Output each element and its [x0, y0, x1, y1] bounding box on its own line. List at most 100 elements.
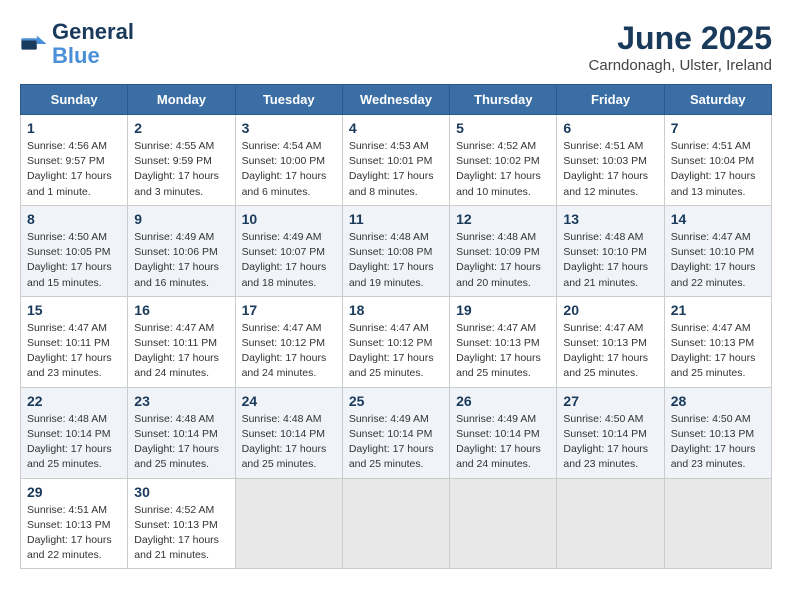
- cell-day-number: 25: [349, 393, 443, 409]
- calendar-cell: 7 Sunrise: 4:51 AMSunset: 10:04 PMDaylig…: [664, 115, 771, 206]
- calendar-cell: [664, 478, 771, 569]
- calendar-cell: [557, 478, 664, 569]
- cell-info: Sunrise: 4:47 AMSunset: 10:13 PMDaylight…: [456, 321, 550, 382]
- cell-info: Sunrise: 4:51 AMSunset: 10:13 PMDaylight…: [27, 503, 121, 564]
- cell-info: Sunrise: 4:48 AMSunset: 10:14 PMDaylight…: [27, 412, 121, 473]
- cell-day-number: 1: [27, 120, 121, 136]
- calendar-cell: 17 Sunrise: 4:47 AMSunset: 10:12 PMDayli…: [235, 296, 342, 387]
- cell-day-number: 18: [349, 302, 443, 318]
- calendar-week-1: 1 Sunrise: 4:56 AMSunset: 9:57 PMDayligh…: [21, 115, 772, 206]
- cell-info: Sunrise: 4:49 AMSunset: 10:07 PMDaylight…: [242, 230, 336, 291]
- calendar-table: SundayMondayTuesdayWednesdayThursdayFrid…: [20, 84, 772, 569]
- cell-day-number: 6: [563, 120, 657, 136]
- cell-day-number: 14: [671, 211, 765, 227]
- cell-info: Sunrise: 4:52 AMSunset: 10:13 PMDaylight…: [134, 503, 228, 564]
- month-title: June 2025: [589, 20, 772, 57]
- calendar-cell: 12 Sunrise: 4:48 AMSunset: 10:09 PMDayli…: [450, 205, 557, 296]
- cell-info: Sunrise: 4:48 AMSunset: 10:14 PMDaylight…: [242, 412, 336, 473]
- cell-day-number: 20: [563, 302, 657, 318]
- calendar-cell: 24 Sunrise: 4:48 AMSunset: 10:14 PMDayli…: [235, 387, 342, 478]
- cell-day-number: 2: [134, 120, 228, 136]
- calendar-cell: 11 Sunrise: 4:48 AMSunset: 10:08 PMDayli…: [342, 205, 449, 296]
- day-header-friday: Friday: [557, 85, 664, 115]
- cell-info: Sunrise: 4:56 AMSunset: 9:57 PMDaylight:…: [27, 139, 121, 200]
- cell-day-number: 29: [27, 484, 121, 500]
- cell-info: Sunrise: 4:48 AMSunset: 10:09 PMDaylight…: [456, 230, 550, 291]
- cell-info: Sunrise: 4:50 AMSunset: 10:14 PMDaylight…: [563, 412, 657, 473]
- calendar-cell: 3 Sunrise: 4:54 AMSunset: 10:00 PMDaylig…: [235, 115, 342, 206]
- cell-info: Sunrise: 4:47 AMSunset: 10:13 PMDaylight…: [671, 321, 765, 382]
- cell-info: Sunrise: 4:48 AMSunset: 10:14 PMDaylight…: [134, 412, 228, 473]
- location-title: Carndonagh, Ulster, Ireland: [589, 57, 772, 74]
- calendar-cell: 4 Sunrise: 4:53 AMSunset: 10:01 PMDaylig…: [342, 115, 449, 206]
- cell-info: Sunrise: 4:47 AMSunset: 10:13 PMDaylight…: [563, 321, 657, 382]
- day-header-wednesday: Wednesday: [342, 85, 449, 115]
- logo-line2: Blue: [52, 44, 134, 68]
- cell-day-number: 10: [242, 211, 336, 227]
- calendar-cell: 30 Sunrise: 4:52 AMSunset: 10:13 PMDayli…: [128, 478, 235, 569]
- cell-day-number: 30: [134, 484, 228, 500]
- cell-info: Sunrise: 4:49 AMSunset: 10:14 PMDaylight…: [349, 412, 443, 473]
- calendar-cell: 10 Sunrise: 4:49 AMSunset: 10:07 PMDayli…: [235, 205, 342, 296]
- calendar-cell: [342, 478, 449, 569]
- cell-day-number: 8: [27, 211, 121, 227]
- cell-info: Sunrise: 4:49 AMSunset: 10:14 PMDaylight…: [456, 412, 550, 473]
- cell-day-number: 21: [671, 302, 765, 318]
- calendar-cell: 19 Sunrise: 4:47 AMSunset: 10:13 PMDayli…: [450, 296, 557, 387]
- cell-info: Sunrise: 4:48 AMSunset: 10:08 PMDaylight…: [349, 230, 443, 291]
- calendar-cell: 29 Sunrise: 4:51 AMSunset: 10:13 PMDayli…: [21, 478, 128, 569]
- calendar-cell: 16 Sunrise: 4:47 AMSunset: 10:11 PMDayli…: [128, 296, 235, 387]
- cell-info: Sunrise: 4:47 AMSunset: 10:12 PMDaylight…: [349, 321, 443, 382]
- calendar-cell: 5 Sunrise: 4:52 AMSunset: 10:02 PMDaylig…: [450, 115, 557, 206]
- calendar-week-4: 22 Sunrise: 4:48 AMSunset: 10:14 PMDayli…: [21, 387, 772, 478]
- cell-info: Sunrise: 4:47 AMSunset: 10:11 PMDaylight…: [134, 321, 228, 382]
- calendar-cell: 9 Sunrise: 4:49 AMSunset: 10:06 PMDaylig…: [128, 205, 235, 296]
- calendar-cell: 27 Sunrise: 4:50 AMSunset: 10:14 PMDayli…: [557, 387, 664, 478]
- logo: General Blue: [20, 20, 134, 68]
- cell-info: Sunrise: 4:52 AMSunset: 10:02 PMDaylight…: [456, 139, 550, 200]
- calendar-cell: 28 Sunrise: 4:50 AMSunset: 10:13 PMDayli…: [664, 387, 771, 478]
- cell-info: Sunrise: 4:47 AMSunset: 10:11 PMDaylight…: [27, 321, 121, 382]
- day-header-monday: Monday: [128, 85, 235, 115]
- cell-info: Sunrise: 4:51 AMSunset: 10:03 PMDaylight…: [563, 139, 657, 200]
- cell-info: Sunrise: 4:51 AMSunset: 10:04 PMDaylight…: [671, 139, 765, 200]
- cell-day-number: 7: [671, 120, 765, 136]
- cell-day-number: 12: [456, 211, 550, 227]
- cell-info: Sunrise: 4:55 AMSunset: 9:59 PMDaylight:…: [134, 139, 228, 200]
- calendar-cell: 8 Sunrise: 4:50 AMSunset: 10:05 PMDaylig…: [21, 205, 128, 296]
- cell-day-number: 3: [242, 120, 336, 136]
- cell-day-number: 5: [456, 120, 550, 136]
- calendar-cell: 1 Sunrise: 4:56 AMSunset: 9:57 PMDayligh…: [21, 115, 128, 206]
- cell-day-number: 16: [134, 302, 228, 318]
- cell-info: Sunrise: 4:47 AMSunset: 10:10 PMDaylight…: [671, 230, 765, 291]
- calendar-week-3: 15 Sunrise: 4:47 AMSunset: 10:11 PMDayli…: [21, 296, 772, 387]
- calendar-cell: 26 Sunrise: 4:49 AMSunset: 10:14 PMDayli…: [450, 387, 557, 478]
- calendar-header-row: SundayMondayTuesdayWednesdayThursdayFrid…: [21, 85, 772, 115]
- cell-info: Sunrise: 4:47 AMSunset: 10:12 PMDaylight…: [242, 321, 336, 382]
- cell-day-number: 28: [671, 393, 765, 409]
- cell-day-number: 11: [349, 211, 443, 227]
- cell-info: Sunrise: 4:50 AMSunset: 10:13 PMDaylight…: [671, 412, 765, 473]
- day-header-sunday: Sunday: [21, 85, 128, 115]
- calendar-cell: 22 Sunrise: 4:48 AMSunset: 10:14 PMDayli…: [21, 387, 128, 478]
- cell-info: Sunrise: 4:50 AMSunset: 10:05 PMDaylight…: [27, 230, 121, 291]
- calendar-cell: 21 Sunrise: 4:47 AMSunset: 10:13 PMDayli…: [664, 296, 771, 387]
- title-block: June 2025 Carndonagh, Ulster, Ireland: [589, 20, 772, 74]
- cell-day-number: 15: [27, 302, 121, 318]
- calendar-cell: 6 Sunrise: 4:51 AMSunset: 10:03 PMDaylig…: [557, 115, 664, 206]
- calendar-cell: [450, 478, 557, 569]
- day-header-thursday: Thursday: [450, 85, 557, 115]
- page-header: General Blue June 2025 Carndonagh, Ulste…: [20, 20, 772, 74]
- calendar-cell: 23 Sunrise: 4:48 AMSunset: 10:14 PMDayli…: [128, 387, 235, 478]
- cell-day-number: 24: [242, 393, 336, 409]
- calendar-cell: 20 Sunrise: 4:47 AMSunset: 10:13 PMDayli…: [557, 296, 664, 387]
- calendar-cell: [235, 478, 342, 569]
- day-header-saturday: Saturday: [664, 85, 771, 115]
- calendar-body: 1 Sunrise: 4:56 AMSunset: 9:57 PMDayligh…: [21, 115, 772, 569]
- calendar-cell: 25 Sunrise: 4:49 AMSunset: 10:14 PMDayli…: [342, 387, 449, 478]
- cell-info: Sunrise: 4:48 AMSunset: 10:10 PMDaylight…: [563, 230, 657, 291]
- calendar-cell: 18 Sunrise: 4:47 AMSunset: 10:12 PMDayli…: [342, 296, 449, 387]
- logo-icon: [20, 30, 48, 58]
- cell-day-number: 9: [134, 211, 228, 227]
- cell-day-number: 26: [456, 393, 550, 409]
